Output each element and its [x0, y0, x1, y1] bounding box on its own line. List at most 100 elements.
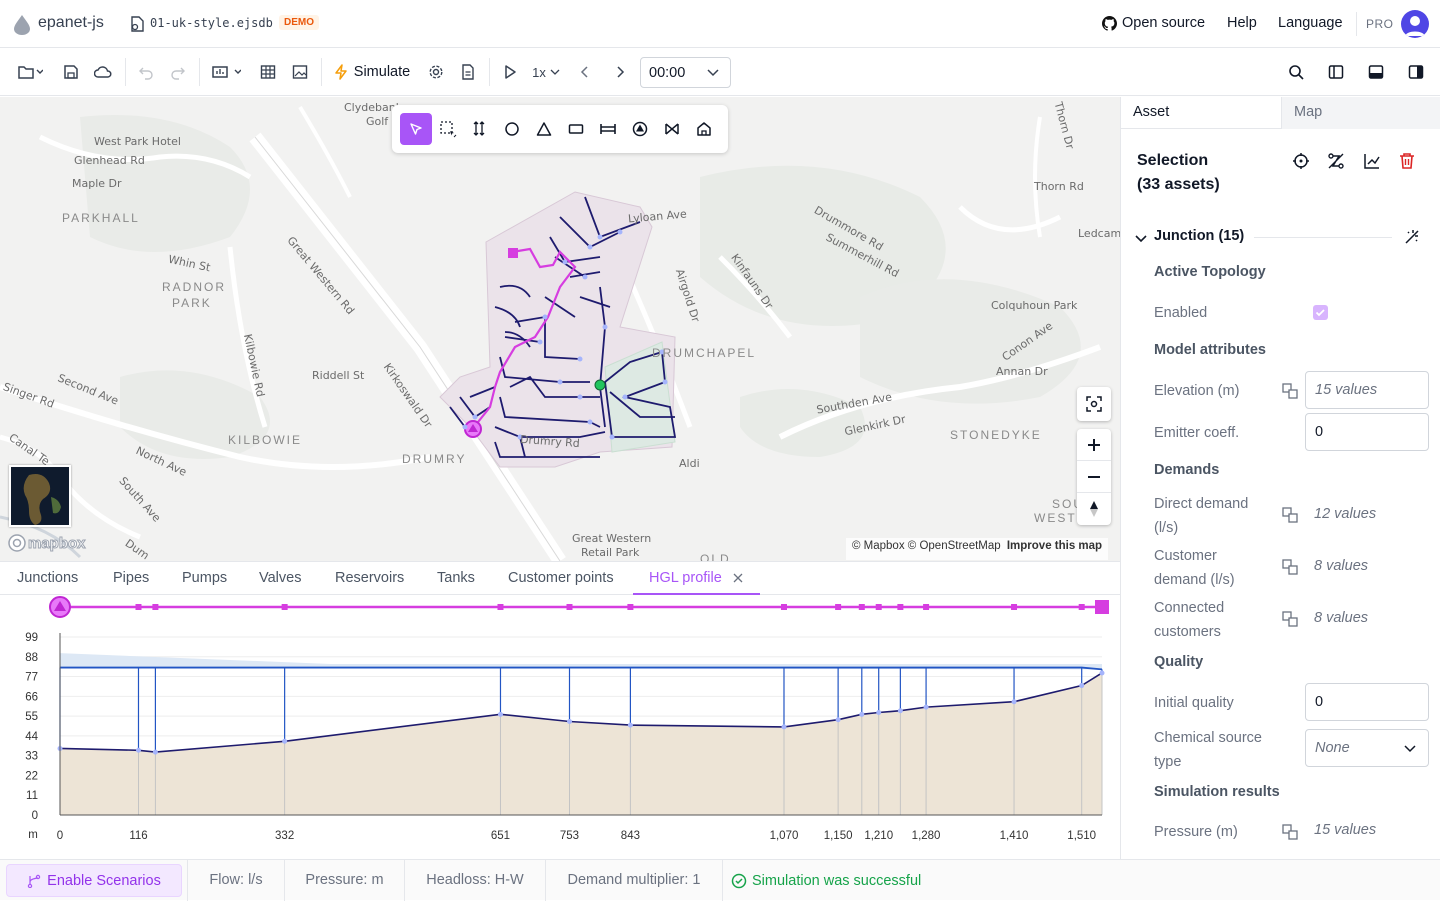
- customer-demand-value[interactable]: 8 values: [1314, 558, 1368, 574]
- multi-value-icon[interactable]: [1281, 558, 1299, 576]
- chemical-source-select[interactable]: None: [1305, 729, 1429, 767]
- map-label: Maple Dr: [72, 177, 122, 190]
- direct-demand-value[interactable]: 12 values: [1314, 506, 1376, 522]
- tab-valves[interactable]: Valves: [259, 562, 301, 595]
- ground-point: [781, 724, 787, 730]
- x-tick-label: 332: [275, 830, 294, 842]
- junction-collapse-icon[interactable]: [1135, 231, 1147, 249]
- chart-button[interactable]: [1363, 152, 1381, 175]
- tab-hgl-profile[interactable]: HGL profile: [633, 562, 760, 595]
- map-label: Glenhead Rd: [74, 154, 145, 167]
- table-button[interactable]: [253, 48, 283, 96]
- open-file-button[interactable]: [10, 48, 50, 96]
- improve-map-link[interactable]: Improve this map: [1007, 540, 1102, 552]
- initial-quality-field[interactable]: 0: [1305, 683, 1429, 721]
- zoom-in-button[interactable]: [1077, 429, 1111, 461]
- tab-map[interactable]: Map: [1281, 97, 1440, 129]
- demand-multiplier[interactable]: Demand multiplier: 1: [546, 860, 723, 901]
- junction-section-header[interactable]: Junction (15): [1154, 228, 1244, 244]
- zoom-out-button[interactable]: [1077, 461, 1111, 493]
- fit-extent-button[interactable]: [1077, 387, 1111, 421]
- select-tool[interactable]: [400, 113, 432, 145]
- simulate-button[interactable]: Simulate: [330, 48, 414, 96]
- tab-junctions[interactable]: Junctions: [17, 562, 78, 595]
- map-label: Riddell St: [312, 369, 365, 382]
- magic-select-icon[interactable]: [1403, 228, 1421, 251]
- close-icon[interactable]: [733, 573, 743, 583]
- x-tick-label: 843: [621, 830, 640, 842]
- simulation-status[interactable]: Simulation was successful: [731, 860, 921, 901]
- import-button[interactable]: [206, 48, 246, 96]
- reservoir-tool[interactable]: [528, 113, 560, 145]
- search-button[interactable]: [1282, 48, 1310, 96]
- profile-svg: 0 11 22 33 44 55 66 77 88 99 0 116 332 651 753 843 1,070…: [25, 596, 1109, 842]
- mapbox-attribution-link[interactable]: © Mapbox: [852, 540, 905, 552]
- deactivate-button[interactable]: [1327, 152, 1345, 175]
- x-tick-label: 1,150: [824, 830, 853, 842]
- emitter-field[interactable]: 0: [1305, 413, 1429, 451]
- next-step-button[interactable]: [607, 48, 633, 96]
- redo-button[interactable]: [164, 48, 192, 96]
- image-button[interactable]: [285, 48, 315, 96]
- area-select-tool[interactable]: [464, 113, 496, 145]
- elevation-field[interactable]: 15 values: [1305, 371, 1429, 409]
- pump-tool[interactable]: [624, 113, 656, 145]
- rectangle-icon: [568, 124, 584, 134]
- play-button[interactable]: [496, 48, 524, 96]
- tank-tool[interactable]: [560, 113, 592, 145]
- tab-reservoirs[interactable]: Reservoirs: [335, 562, 404, 595]
- delete-button[interactable]: [1399, 152, 1415, 175]
- lasso-select-tool[interactable]: [432, 113, 464, 145]
- open-source-link[interactable]: Open source: [1122, 15, 1205, 31]
- panel-left-icon: [1328, 65, 1344, 79]
- time-select[interactable]: 00:00: [640, 57, 731, 88]
- flow-units[interactable]: Flow: l/s: [187, 860, 285, 901]
- avatar[interactable]: [1401, 10, 1429, 38]
- help-link[interactable]: Help: [1227, 15, 1257, 31]
- satellite-minimap[interactable]: [9, 465, 71, 527]
- pressure-units[interactable]: Pressure: m: [285, 860, 405, 901]
- enabled-checkbox[interactable]: [1313, 305, 1328, 320]
- x-tick-label: 1,070: [770, 830, 799, 842]
- speed-value: 1x: [532, 64, 546, 80]
- save-cloud-button[interactable]: [88, 48, 118, 96]
- pipe-tool[interactable]: [592, 113, 624, 145]
- branch-icon: [27, 874, 41, 888]
- bottom-panel-toggle[interactable]: [1362, 48, 1390, 96]
- bottom-tabs: Junctions Pipes Pumps Valves Reservoirs …: [0, 561, 1120, 595]
- network-map[interactable]: West Park Hotel Glenhead Rd Maple Dr PAR…: [0, 97, 1120, 561]
- osm-attribution-link[interactable]: © OpenStreetMap: [908, 540, 1001, 552]
- tab-asset[interactable]: Asset: [1133, 104, 1169, 120]
- simulation-status-text: Simulation was successful: [752, 872, 922, 889]
- left-panel-toggle[interactable]: [1322, 48, 1350, 96]
- headloss-formula[interactable]: Headloss: H-W: [405, 860, 546, 901]
- junction-tool[interactable]: [496, 113, 528, 145]
- compass-button[interactable]: [1077, 493, 1111, 525]
- previous-step-button[interactable]: [572, 48, 598, 96]
- tab-tanks[interactable]: Tanks: [437, 562, 475, 595]
- y-tick-label: 55: [25, 711, 38, 723]
- customer-point-tool[interactable]: [688, 113, 720, 145]
- right-panel-toggle[interactable]: [1402, 48, 1430, 96]
- tab-pumps[interactable]: Pumps: [182, 562, 227, 595]
- tab-customer-points[interactable]: Customer points: [508, 562, 614, 595]
- multi-value-icon[interactable]: [1281, 610, 1299, 628]
- y-tick-label: 0: [32, 810, 38, 822]
- enable-scenarios-button[interactable]: Enable Scenarios: [6, 864, 182, 897]
- multi-value-icon[interactable]: [1281, 506, 1299, 524]
- multi-value-icon[interactable]: [1281, 823, 1299, 841]
- language-link[interactable]: Language: [1278, 15, 1343, 31]
- multi-value-icon[interactable]: [1281, 382, 1299, 400]
- path-node-marker: [923, 604, 930, 610]
- tab-pipes[interactable]: Pipes: [113, 562, 149, 595]
- connected-customers-value[interactable]: 8 values: [1314, 610, 1368, 626]
- pressure-value[interactable]: 15 values: [1314, 822, 1376, 838]
- valve-tool[interactable]: [656, 113, 688, 145]
- save-button[interactable]: [56, 48, 86, 96]
- simulation-settings-button[interactable]: [421, 48, 451, 96]
- file-name[interactable]: 01-uk-style.ejsdb: [150, 16, 273, 30]
- speed-select[interactable]: 1x: [528, 48, 564, 96]
- locate-button[interactable]: [1292, 152, 1310, 175]
- undo-button[interactable]: [132, 48, 160, 96]
- report-button[interactable]: [453, 48, 483, 96]
